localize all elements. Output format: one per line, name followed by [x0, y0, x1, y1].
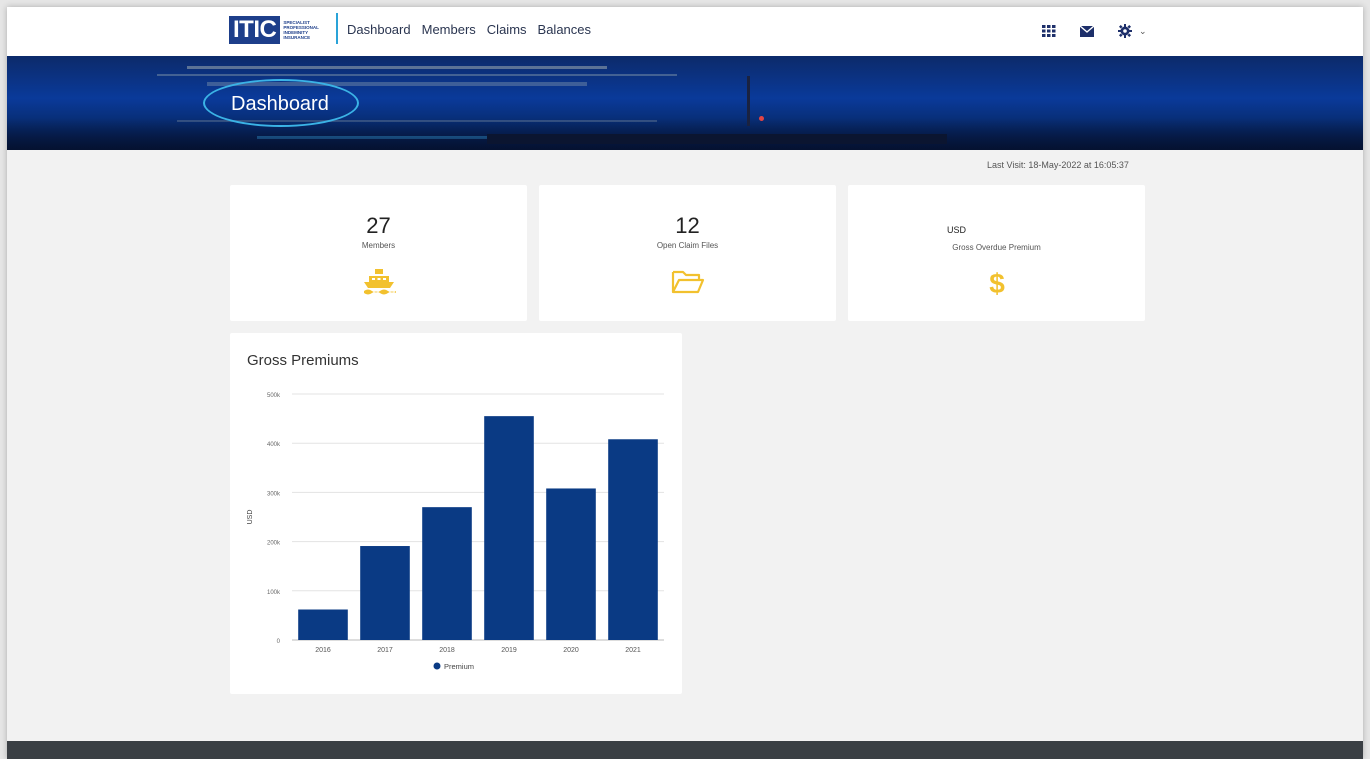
bar-2017: [360, 546, 410, 640]
banner-lighthouse: [747, 76, 750, 126]
stat-card-claims[interactable]: 12 Open Claim Files: [539, 185, 836, 321]
chevron-down-icon[interactable]: ⌄: [1139, 26, 1147, 37]
last-visit-text: Last Visit: 18-May-2022 at 16:05:37: [987, 160, 1129, 170]
x-tick-label: 2020: [563, 647, 579, 654]
page-title: Dashboard: [231, 93, 329, 115]
stat-card-overdue[interactable]: USD Gross Overdue Premium $: [848, 185, 1145, 321]
hero-banner: Dashboard: [7, 56, 1363, 150]
banner-red-light: [759, 116, 764, 121]
y-tick-label: 100k: [267, 590, 281, 596]
nav-balances[interactable]: Balances: [538, 22, 591, 37]
bar-2021: [608, 439, 658, 640]
main-nav: Dashboard Members Claims Balances: [347, 22, 591, 37]
bar-2018: [422, 507, 472, 640]
x-tick-label: 2018: [439, 647, 455, 654]
mail-icon[interactable]: [1075, 21, 1099, 41]
logo-divider: [336, 13, 338, 44]
banner-light-streak: [187, 66, 607, 69]
logo-tagline: Specialist Professional Indemnity Insura…: [283, 20, 319, 40]
ship-icon: [362, 267, 396, 300]
x-tick-label: 2017: [377, 647, 393, 654]
stat-value: 27: [366, 213, 391, 238]
itic-logo[interactable]: ITIC Specialist Professional Indemnity I…: [229, 16, 329, 44]
x-tick-label: 2021: [625, 647, 641, 654]
y-tick-label: 0: [277, 639, 281, 645]
y-tick-label: 500k: [267, 393, 281, 399]
y-tick-label: 400k: [267, 442, 281, 448]
legend-label: Premium: [444, 662, 474, 671]
bar-2016: [298, 609, 348, 640]
chart-card: Gross Premiums 0 100k 200k 300k 400k 500k USD 2…: [230, 333, 682, 694]
legend-marker: [433, 662, 441, 670]
dollar-icon: $: [987, 268, 1007, 303]
stat-label: Open Claim Files: [656, 241, 719, 250]
stat-value: USD: [946, 225, 966, 235]
stat-label: Gross Overdue Premium: [952, 243, 1041, 252]
y-axis-label: USD: [247, 510, 254, 525]
top-nav: ITIC Specialist Professional Indemnity I…: [7, 7, 1363, 56]
folder-icon: [671, 269, 705, 300]
gross-premiums-chart: 0 100k 200k 300k 400k 500k USD 2016 2017 2018 2019…: [247, 393, 664, 671]
nav-claims[interactable]: Claims: [487, 22, 527, 37]
nav-members[interactable]: Members: [422, 22, 476, 37]
bar-2020: [546, 488, 596, 640]
stat-card-members[interactable]: 27 Members: [230, 185, 527, 321]
nav-dashboard[interactable]: Dashboard: [347, 22, 411, 37]
svg-text:$: $: [989, 268, 1005, 298]
y-tick-label: 300k: [267, 491, 281, 497]
y-tick-label: 200k: [267, 541, 281, 547]
stat-label: Members: [361, 241, 396, 250]
banner-pier: [487, 134, 947, 144]
gear-icon[interactable]: [1113, 21, 1137, 41]
grid-icon[interactable]: [1037, 21, 1061, 41]
x-tick-label: 2019: [501, 647, 517, 654]
stat-value: 12: [675, 213, 700, 238]
bar-2019: [484, 416, 534, 640]
footer-bar: [7, 741, 1363, 759]
app-window: ITIC Specialist Professional Indemnity I…: [7, 7, 1363, 759]
x-tick-label: 2016: [315, 647, 331, 654]
logo-mark: ITIC: [229, 16, 281, 44]
nav-icon-group: ⌄: [1037, 21, 1147, 41]
banner-light-streak: [157, 74, 677, 76]
